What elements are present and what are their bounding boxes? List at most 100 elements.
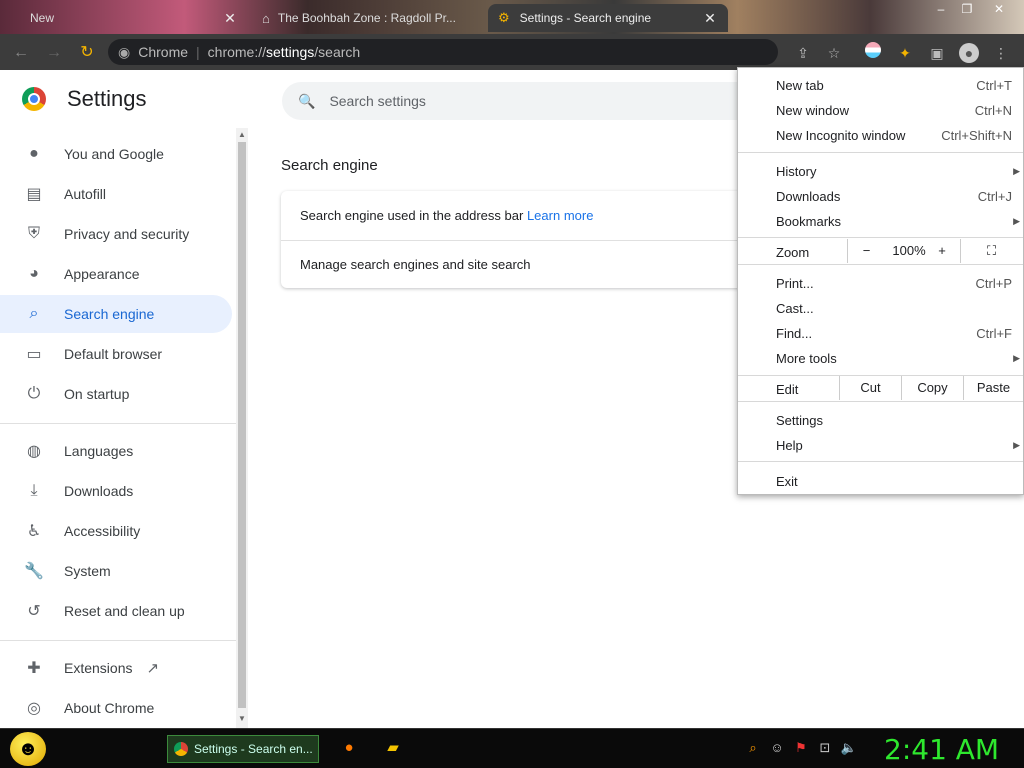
menu-item-edit: Edit bbox=[776, 378, 836, 400]
forward-arrow-icon[interactable]: → bbox=[43, 42, 65, 64]
menu-item-help[interactable]: Help ▶ bbox=[776, 434, 1020, 456]
network-icon[interactable]: ⊡ bbox=[816, 739, 834, 757]
share-icon[interactable]: ⇪ bbox=[792, 42, 814, 64]
sidebar-item-autofill[interactable]: ▤ Autofill bbox=[0, 175, 232, 213]
menu-item-exit[interactable]: Exit bbox=[776, 470, 1012, 492]
tab-settings[interactable]: ⚙ Settings - Search engine ✕ bbox=[488, 4, 728, 32]
clipboard-icon: ▤ bbox=[26, 186, 42, 203]
menu-label: Settings bbox=[776, 412, 823, 428]
tab-title: The Boohbah Zone : Ragdoll Pr... bbox=[277, 11, 456, 25]
fullscreen-icon[interactable]: ⛶ bbox=[960, 239, 1022, 263]
zoom-in-button[interactable]: + bbox=[924, 239, 960, 263]
learn-more-link[interactable]: Learn more bbox=[527, 208, 593, 223]
sidebar-item-privacy[interactable]: ⛨ Privacy and security bbox=[0, 215, 232, 253]
tab-boohbah[interactable]: ⌂ The Boohbah Zone : Ragdoll Pr... bbox=[252, 4, 484, 32]
menu-item-bookmarks[interactable]: Bookmarks ▶ bbox=[776, 210, 1020, 232]
sidebar-item-you-and-google[interactable]: ● You and Google bbox=[0, 135, 232, 173]
menu-label: New tab bbox=[776, 77, 824, 93]
start-button-smiley-icon[interactable]: ☻ bbox=[10, 732, 46, 766]
menu-item-new-window[interactable]: New window Ctrl+N bbox=[776, 99, 1012, 121]
sidebar-item-system[interactable]: 🔧 System bbox=[0, 552, 232, 590]
menu-item-cast[interactable]: Cast... bbox=[776, 297, 1012, 319]
sidebar-item-about-chrome[interactable]: ◎ About Chrome bbox=[0, 689, 232, 727]
minimize-icon[interactable]: – bbox=[930, 0, 952, 18]
sidebar-item-label: Accessibility bbox=[64, 523, 141, 539]
omnibox-separator: | bbox=[196, 44, 200, 60]
accessibility-icon: ♿ bbox=[26, 523, 42, 540]
settings-sidebar: Settings ● You and Google ▤ Autofill ⛨ Priv… bbox=[0, 70, 248, 728]
sidebar-scrollbar[interactable]: ▲ ▼ bbox=[236, 128, 248, 728]
gear-icon: ⚙ bbox=[498, 10, 510, 25]
speaker-icon[interactable]: 🔈 bbox=[840, 739, 858, 757]
menu-item-downloads[interactable]: Downloads Ctrl+J bbox=[776, 185, 1012, 207]
side-panel-icon[interactable]: ▣ bbox=[926, 42, 948, 64]
copy-button[interactable]: Copy bbox=[901, 376, 963, 400]
menu-divider bbox=[738, 237, 1023, 238]
page-title: Settings bbox=[67, 86, 147, 111]
search-engine-row[interactable]: Search engine used in the address bar Le… bbox=[300, 208, 593, 223]
search-icon[interactable]: ⌕ bbox=[744, 739, 762, 757]
menu-item-new-tab[interactable]: New tab Ctrl+T bbox=[776, 74, 1012, 96]
menu-divider bbox=[738, 461, 1023, 462]
menu-item-more-tools[interactable]: More tools ▶ bbox=[776, 347, 1020, 369]
download-icon: ⤓ bbox=[30, 482, 38, 499]
chrome-icon bbox=[174, 742, 188, 756]
folder-icon[interactable]: ▰ bbox=[384, 739, 402, 757]
sidebar-item-label: Extensions bbox=[64, 660, 133, 676]
reload-icon[interactable]: ↻ bbox=[76, 42, 98, 64]
paste-button[interactable]: Paste bbox=[963, 376, 1023, 400]
menu-item-find[interactable]: Find... Ctrl+F bbox=[776, 322, 1012, 344]
sidebar-item-label: Appearance bbox=[64, 266, 140, 282]
museum-icon: ⌂ bbox=[262, 10, 270, 26]
sidebar-item-accessibility[interactable]: ♿ Accessibility bbox=[0, 512, 232, 550]
kebab-menu-icon[interactable]: ⋮ bbox=[990, 42, 1012, 64]
sidebar-divider bbox=[0, 640, 236, 641]
sidebar-item-appearance[interactable]: ◕ Appearance bbox=[0, 255, 232, 293]
menu-label: Exit bbox=[776, 473, 798, 489]
menu-item-settings[interactable]: Settings bbox=[776, 409, 1012, 431]
search-settings-input[interactable]: 🔍 Search settings bbox=[282, 82, 742, 120]
scrollbar-thumb[interactable] bbox=[238, 142, 246, 708]
flag-extension-icon[interactable] bbox=[862, 42, 884, 64]
tab-title: New bbox=[30, 11, 55, 25]
menu-shortcut: Ctrl+Shift+N bbox=[941, 127, 1012, 143]
menu-item-new-incognito[interactable]: New Incognito window Ctrl+Shift+N bbox=[776, 124, 1012, 146]
emoji-tray-icon[interactable]: ☺ bbox=[768, 739, 786, 757]
scroll-down-icon[interactable]: ▼ bbox=[238, 714, 246, 723]
menu-label: Edit bbox=[776, 381, 799, 397]
sidebar-item-downloads[interactable]: ⤓ Downloads bbox=[0, 472, 232, 510]
tab-new[interactable]: New ✕ bbox=[20, 4, 248, 32]
sidebar-item-default-browser[interactable]: ▭ Default browser bbox=[0, 335, 232, 373]
back-arrow-icon[interactable]: ← bbox=[10, 42, 32, 64]
menu-item-history[interactable]: History ▶ bbox=[776, 160, 1020, 182]
sidebar-item-on-startup[interactable]: ⏻ On startup bbox=[0, 375, 232, 413]
globe-icon: ◍ bbox=[27, 443, 41, 460]
taskbar-chrome-window[interactable]: Settings - Search en... bbox=[167, 735, 319, 763]
menu-item-print[interactable]: Print... Ctrl+P bbox=[776, 272, 1012, 294]
flag-icon[interactable]: ⚑ bbox=[792, 739, 810, 757]
close-tab-icon[interactable]: ✕ bbox=[222, 10, 238, 27]
bookmark-star-icon[interactable]: ☆ bbox=[823, 42, 845, 64]
maximize-icon[interactable]: ❐ bbox=[956, 0, 978, 18]
chrome-main-menu: New tab Ctrl+T New window Ctrl+N New Incog… bbox=[737, 67, 1024, 495]
sidebar-item-label: On startup bbox=[64, 386, 130, 402]
tab-strip: New ✕ ⌂ The Boohbah Zone : Ragdoll Pr...… bbox=[0, 0, 1024, 34]
manage-search-engines-row[interactable]: Manage search engines and site search bbox=[300, 257, 531, 272]
address-bar[interactable]: ◉ Chrome | chrome://settings/search bbox=[108, 39, 778, 65]
scroll-up-icon[interactable]: ▲ bbox=[238, 130, 246, 139]
firefox-icon[interactable]: ● bbox=[340, 739, 358, 757]
profile-avatar-icon[interactable]: ● bbox=[958, 42, 980, 64]
extensions-puzzle-icon[interactable]: ✦ bbox=[894, 42, 916, 64]
wrench-icon: 🔧 bbox=[24, 563, 44, 580]
sidebar-item-extensions[interactable]: ✚ Extensions ↗ bbox=[0, 649, 232, 687]
zoom-out-button[interactable]: − bbox=[847, 239, 885, 263]
sidebar-item-reset[interactable]: ↺ Reset and clean up bbox=[0, 592, 232, 630]
close-tab-icon[interactable]: ✕ bbox=[702, 10, 718, 27]
sidebar-item-languages[interactable]: ◍ Languages bbox=[0, 432, 232, 470]
cut-button[interactable]: Cut bbox=[839, 376, 901, 400]
sidebar-item-search-engine[interactable]: ⌕ Search engine bbox=[0, 295, 232, 333]
menu-label: More tools bbox=[776, 350, 837, 366]
window-close-icon[interactable]: ✕ bbox=[988, 0, 1010, 18]
taskbar-clock[interactable]: 2:41 AM bbox=[884, 733, 999, 766]
menu-divider bbox=[738, 401, 1023, 402]
